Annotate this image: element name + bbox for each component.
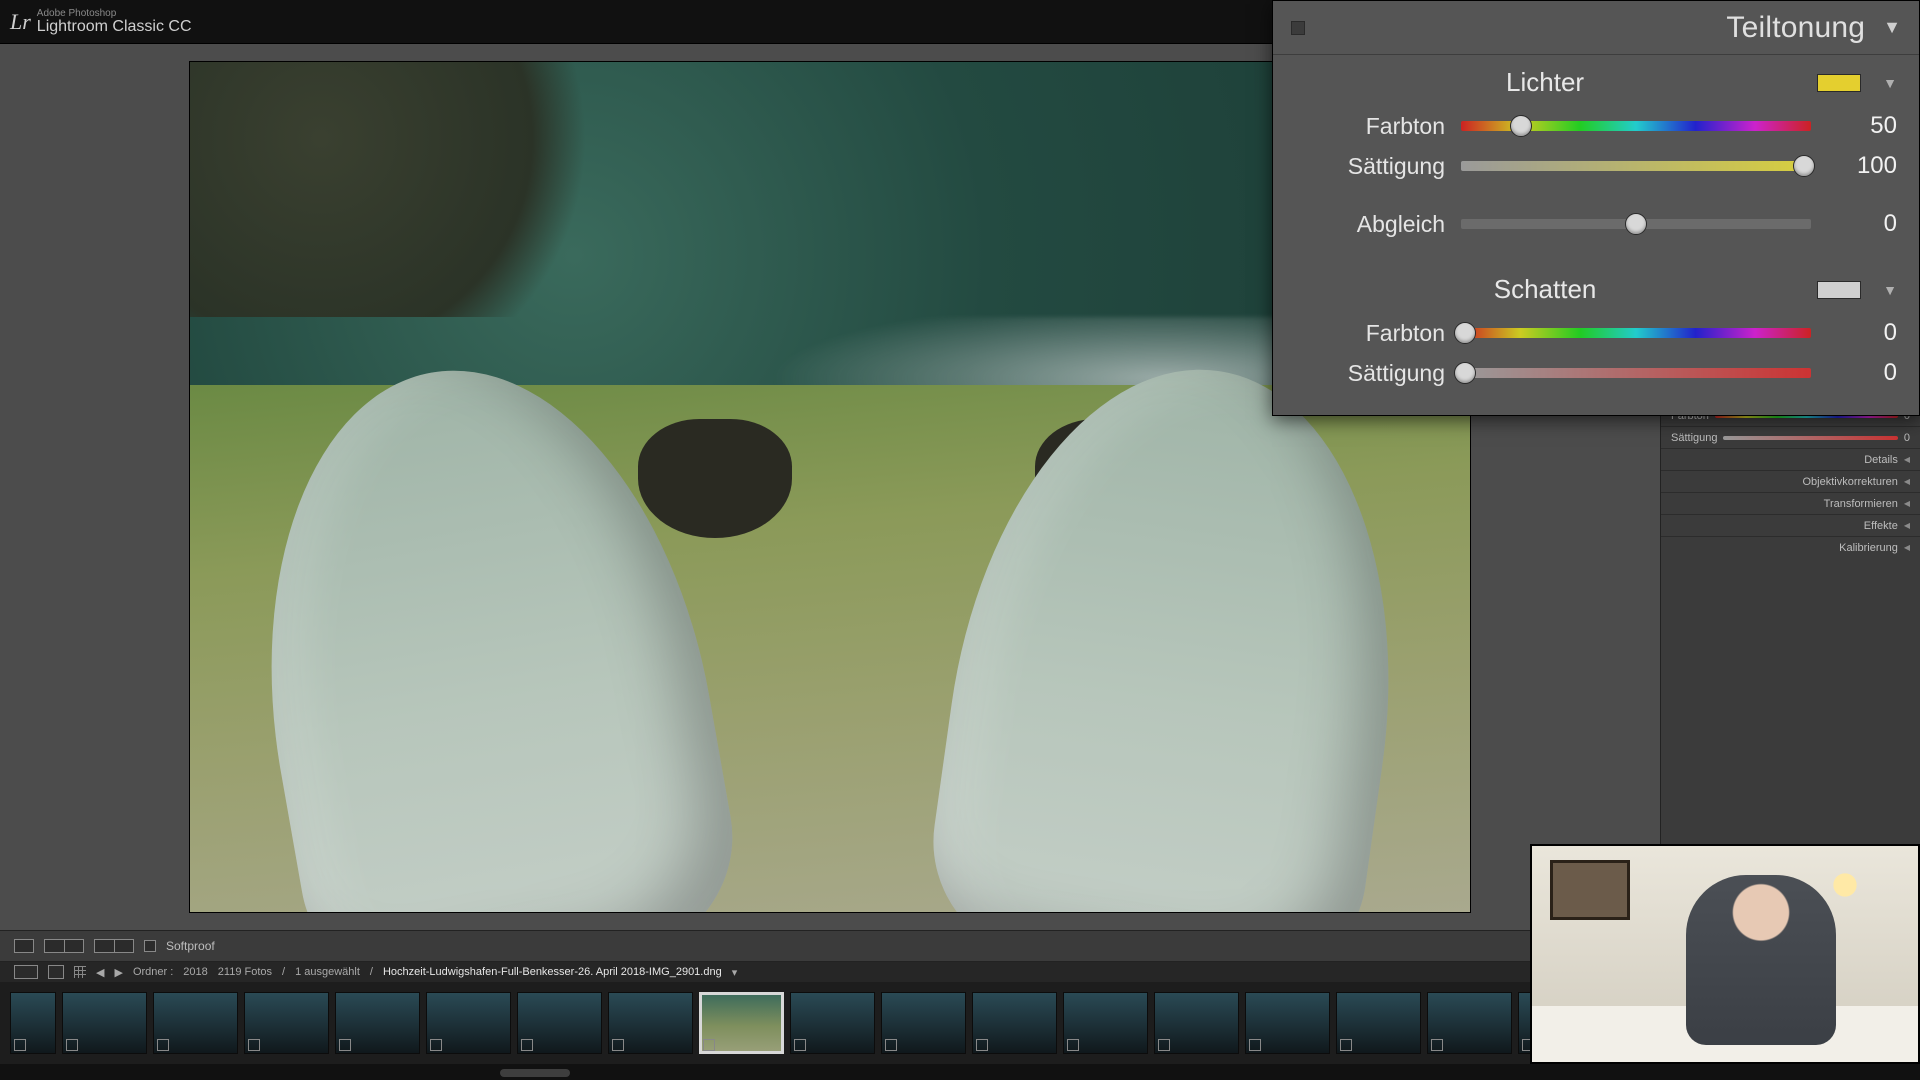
panel-title: Teiltonung: [1726, 11, 1865, 45]
panel-calibration[interactable]: Kalibrierung◀: [1661, 536, 1920, 558]
panel-transform[interactable]: Transformieren◀: [1661, 492, 1920, 514]
shadows-sat-label: Sättigung: [1295, 360, 1445, 387]
filmstrip-thumb[interactable]: [62, 992, 147, 1054]
shadows-swatch[interactable]: [1817, 281, 1861, 299]
filmstrip-thumb[interactable]: [1154, 992, 1239, 1054]
highlights-sat-slider[interactable]: [1461, 161, 1811, 171]
balance-slider[interactable]: [1461, 219, 1811, 229]
highlights-sat-label: Sättigung: [1295, 153, 1445, 180]
filmstrip-thumb[interactable]: [335, 992, 420, 1054]
filmstrip-scrollbar[interactable]: [0, 1064, 1920, 1080]
filmstrip-thumb[interactable]: [517, 992, 602, 1054]
highlights-heading: Lichter: [1295, 67, 1795, 98]
filmstrip-thumb[interactable]: [153, 992, 238, 1054]
webcam-overlay: [1530, 844, 1920, 1064]
highlights-hue-slider[interactable]: [1461, 121, 1811, 131]
panel-effects[interactable]: Effekte◀: [1661, 514, 1920, 536]
panel-toggle-icon[interactable]: [1291, 21, 1305, 35]
folder-year: 2018: [183, 966, 207, 978]
view-before-after-2-icon[interactable]: [64, 939, 84, 953]
filmstrip-thumb[interactable]: [699, 992, 784, 1054]
shadows-hue-slider[interactable]: [1461, 328, 1811, 338]
filmstrip-thumb[interactable]: [1427, 992, 1512, 1054]
grid-icon[interactable]: [74, 966, 86, 978]
softproof-checkbox[interactable]: [144, 940, 156, 952]
filmstrip-thumb[interactable]: [972, 992, 1057, 1054]
filmstrip-thumb[interactable]: [790, 992, 875, 1054]
filename-dropdown-icon[interactable]: ▾: [732, 966, 738, 979]
balance-label: Abgleich: [1295, 211, 1445, 238]
shadows-hue-label: Farbton: [1295, 320, 1445, 347]
folder-label: Ordner :: [133, 966, 173, 978]
shadows-sat-slider[interactable]: [1461, 368, 1811, 378]
photo-count: 2119 Fotos: [218, 966, 272, 978]
app-logo-icon: Lr: [10, 9, 31, 35]
highlights-hue-label: Farbton: [1295, 113, 1445, 140]
filmstrip-thumb[interactable]: [1245, 992, 1330, 1054]
view-before-after-1-icon[interactable]: [44, 939, 64, 953]
filmstrip-thumb[interactable]: [1336, 992, 1421, 1054]
shadows-heading: Schatten: [1295, 274, 1795, 305]
path-sep1: /: [282, 966, 285, 978]
filmstrip-thumb[interactable]: [244, 992, 329, 1054]
view-loupe-icon[interactable]: [14, 939, 34, 953]
vendor-label: Adobe Photoshop: [37, 9, 192, 19]
split-toning-panel: Teiltonung ▼ Lichter ▼ Farbton 50 Sättig…: [1272, 0, 1920, 416]
panel-details[interactable]: Details◀: [1661, 448, 1920, 470]
balance-value[interactable]: 0: [1827, 210, 1897, 238]
panel-lens[interactable]: Objektivkorrekturen◀: [1661, 470, 1920, 492]
mini-slider-sat[interactable]: Sättigung0: [1661, 426, 1920, 448]
collapse-icon[interactable]: ▼: [1883, 17, 1901, 38]
shadows-sat-value[interactable]: 0: [1827, 359, 1897, 387]
highlights-expand-icon[interactable]: ▼: [1883, 75, 1897, 91]
filmstrip-thumb[interactable]: [608, 992, 693, 1054]
secondary-display-2-icon[interactable]: [48, 965, 64, 979]
view-compare-1-icon[interactable]: [94, 939, 114, 953]
shadows-hue-value[interactable]: 0: [1827, 319, 1897, 347]
view-compare-2-icon[interactable]: [114, 939, 134, 953]
nav-prev-icon[interactable]: ◀: [96, 966, 104, 979]
softproof-label: Softproof: [166, 939, 215, 953]
selected-count: 1 ausgewählt: [295, 966, 360, 978]
filmstrip-thumb[interactable]: [1063, 992, 1148, 1054]
filmstrip-thumb[interactable]: [881, 992, 966, 1054]
shadows-expand-icon[interactable]: ▼: [1883, 282, 1897, 298]
nav-next-icon[interactable]: ▶: [114, 966, 122, 979]
highlights-swatch[interactable]: [1817, 74, 1861, 92]
highlights-hue-value[interactable]: 50: [1827, 112, 1897, 140]
path-sep2: /: [370, 966, 373, 978]
highlights-sat-value[interactable]: 100: [1827, 152, 1897, 180]
filmstrip-thumb[interactable]: [426, 992, 511, 1054]
product-label: Lightroom Classic CC: [37, 19, 192, 35]
secondary-display-icon[interactable]: [14, 965, 38, 979]
current-filename[interactable]: Hochzeit-Ludwigshafen-Full-Benkesser-26.…: [383, 966, 722, 978]
filmstrip-thumb[interactable]: [10, 992, 56, 1054]
